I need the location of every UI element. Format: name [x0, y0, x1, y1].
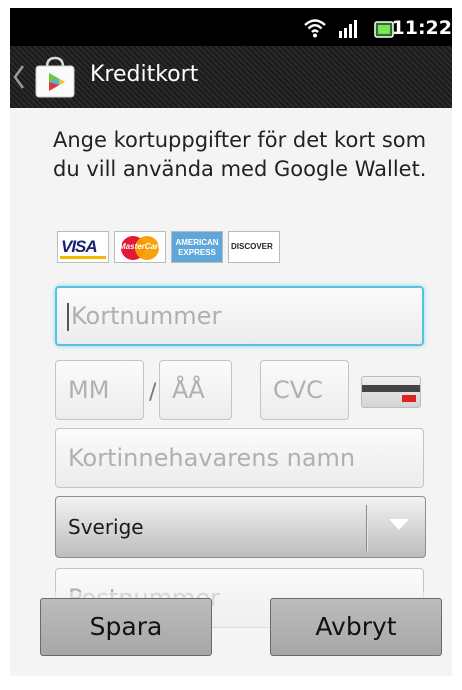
- intro-text: Ange kortuppgifter för det kort som du v…: [53, 128, 427, 181]
- status-time: 11:22: [391, 17, 452, 39]
- action-bar: Kreditkort: [10, 46, 452, 108]
- date-separator: /: [149, 380, 157, 405]
- country-selected-value: Sverige: [68, 515, 144, 539]
- mastercard-logo: MasterCard: [114, 231, 166, 263]
- cvc-hint-card-icon: [361, 376, 421, 408]
- country-select[interactable]: Sverige: [55, 496, 426, 558]
- cancel-button[interactable]: Avbryt: [270, 598, 442, 656]
- expiry-month-placeholder: MM: [68, 376, 110, 404]
- phone-screen: 11:22 Kreditkort Ange kortuppgifter för …: [10, 8, 452, 676]
- american-express-logo: AMERICAN EXPRESS: [171, 231, 223, 263]
- dropdown-arrow-icon: [389, 519, 409, 530]
- card-number-input[interactable]: Kortnummer: [55, 286, 424, 346]
- signal-icon: [339, 20, 357, 38]
- back-chevron-icon[interactable]: [12, 64, 26, 90]
- card-number-placeholder: Kortnummer: [71, 302, 222, 330]
- expiry-month-input[interactable]: MM: [55, 360, 144, 420]
- visa-logo: VISA: [57, 231, 109, 263]
- expiry-year-placeholder: ÅÅ: [172, 376, 205, 404]
- status-bar: 11:22: [10, 8, 452, 46]
- wifi-icon: [304, 19, 326, 38]
- google-play-store-icon[interactable]: [32, 55, 78, 99]
- text-cursor: [67, 303, 69, 331]
- save-button[interactable]: Spara: [40, 598, 212, 656]
- select-divider: [366, 505, 367, 551]
- cardholder-name-input[interactable]: Kortinnehavarens namn: [55, 428, 424, 488]
- cvc-placeholder: CVC: [273, 376, 323, 404]
- action-bar-title: Kreditkort: [90, 62, 199, 87]
- discover-logo: DISCOVER: [228, 231, 280, 263]
- cvc-input[interactable]: CVC: [260, 360, 349, 420]
- cardholder-name-placeholder: Kortinnehavarens namn: [68, 444, 356, 472]
- expiry-year-input[interactable]: ÅÅ: [159, 360, 232, 420]
